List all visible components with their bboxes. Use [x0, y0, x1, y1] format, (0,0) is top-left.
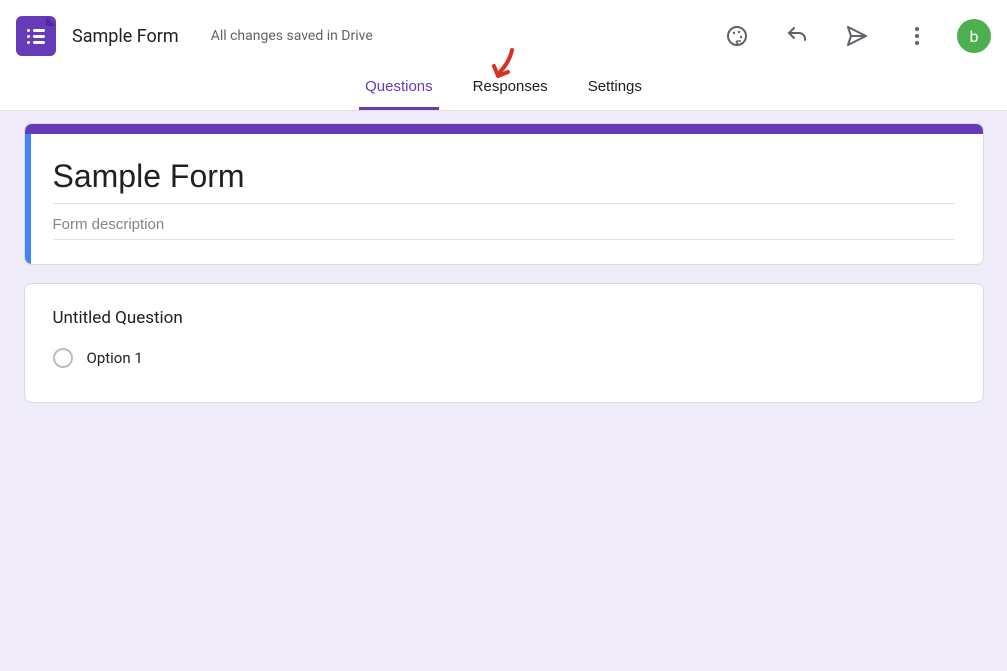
palette-icon [725, 24, 749, 48]
tab-questions[interactable]: Questions [359, 64, 439, 110]
tabs-bar: Questions Responses Settings [0, 64, 1007, 111]
question-card[interactable]: Untitled Question Option 1 [24, 283, 984, 403]
header-actions: b [717, 16, 991, 56]
header-bar: Sample Form All changes saved in Drive [0, 0, 1007, 64]
save-status-text: All changes saved in Drive [211, 28, 373, 44]
more-vert-icon [905, 24, 929, 48]
customize-theme-button[interactable] [717, 16, 757, 56]
more-options-button[interactable] [897, 16, 937, 56]
form-description-input[interactable] [53, 204, 955, 240]
forms-logo-icon[interactable] [16, 16, 56, 56]
form-canvas: Untitled Question Option 1 [0, 111, 1007, 671]
form-header-card[interactable] [24, 123, 984, 265]
send-button[interactable] [837, 16, 877, 56]
option-row[interactable]: Option 1 [53, 348, 955, 368]
form-title-input[interactable] [53, 154, 955, 204]
send-icon [845, 24, 869, 48]
radio-icon [53, 348, 73, 368]
question-title[interactable]: Untitled Question [53, 308, 955, 328]
form-name[interactable]: Sample Form [72, 26, 179, 47]
undo-icon [785, 24, 809, 48]
account-avatar[interactable]: b [957, 19, 991, 53]
tab-settings[interactable]: Settings [582, 64, 648, 110]
option-label[interactable]: Option 1 [87, 349, 143, 367]
tab-responses[interactable]: Responses [467, 64, 554, 110]
undo-button[interactable] [777, 16, 817, 56]
